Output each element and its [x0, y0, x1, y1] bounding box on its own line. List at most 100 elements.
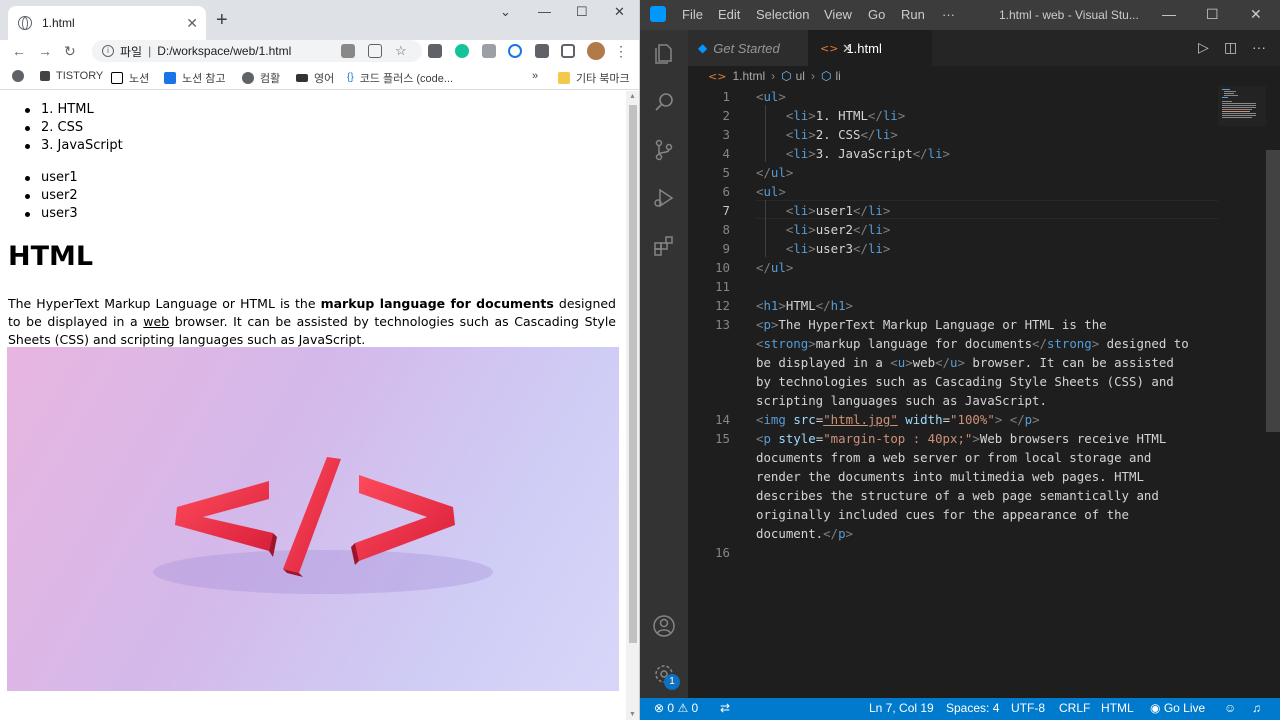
- forward-button[interactable]: →: [38, 40, 52, 62]
- symbol-icon: ⬡: [781, 69, 792, 83]
- code-line: <img src="html.jpg" width="100%"> </p>: [756, 412, 1040, 427]
- bookmark-item[interactable]: 컴활: [242, 70, 280, 86]
- folder-icon: [558, 72, 570, 84]
- tab-get-started[interactable]: ◆ Get Started: [688, 30, 808, 66]
- browser-tab-bar: 1.html ✕ + ⌄ — ☐ ✕: [0, 0, 639, 40]
- breadcrumb-file[interactable]: 1.html: [732, 69, 765, 83]
- more-actions-icon[interactable]: ···: [1252, 39, 1266, 55]
- close-tab-icon[interactable]: ✕: [186, 15, 198, 32]
- scroll-up-arrow-icon[interactable]: ▲: [629, 93, 636, 100]
- maximize-button[interactable]: ☐: [1206, 6, 1219, 23]
- notifications-bell-icon[interactable]: ♫: [1252, 701, 1261, 715]
- grammarly-icon[interactable]: [455, 44, 469, 58]
- close-window-button[interactable]: ✕: [614, 4, 625, 20]
- scrollbar-thumb[interactable]: [1266, 150, 1280, 432]
- vscode-icon: ◆: [698, 41, 708, 55]
- extension-ex-icon[interactable]: [482, 44, 496, 58]
- line-number: 1: [722, 89, 730, 104]
- browser-window: 1.html ✕ + ⌄ — ☐ ✕ ← → ↻ i 파일 | D:/works…: [0, 0, 640, 720]
- settings-badge: 1: [664, 674, 680, 690]
- line-number: 3: [722, 127, 730, 142]
- close-window-button[interactable]: ✕: [1250, 6, 1262, 23]
- language-mode[interactable]: HTML: [1101, 701, 1134, 715]
- breadcrumb-li[interactable]: li: [835, 69, 840, 83]
- explorer-icon[interactable]: [652, 42, 676, 66]
- page-scrollbar[interactable]: ▲ ▼: [626, 91, 639, 720]
- accounts-icon[interactable]: [652, 614, 676, 638]
- search-icon[interactable]: [652, 90, 676, 114]
- code-icon: {}: [347, 72, 354, 83]
- number-one-icon: [164, 72, 176, 84]
- close-tab-icon[interactable]: ✕: [842, 39, 853, 58]
- translate-icon[interactable]: [341, 44, 355, 58]
- minimap[interactable]: [1218, 86, 1266, 698]
- minimize-button[interactable]: —: [538, 4, 551, 19]
- go-live-button[interactable]: ◉ Go Live: [1150, 701, 1205, 715]
- new-tab-button[interactable]: +: [216, 9, 228, 31]
- html-chevron-icon: <>: [820, 41, 839, 55]
- menu-file[interactable]: File: [682, 7, 703, 22]
- bookmark-item[interactable]: 노션 참고: [164, 70, 226, 86]
- encoding[interactable]: UTF-8: [1011, 701, 1045, 715]
- run-debug-icon[interactable]: [652, 186, 676, 210]
- code-symbol-icon: [153, 457, 493, 594]
- menu-go[interactable]: Go: [868, 7, 885, 22]
- breadcrumb-ul[interactable]: ul: [796, 69, 805, 83]
- bookmark-item[interactable]: 노션: [111, 70, 149, 86]
- tab-search-icon[interactable]: ⌄: [500, 4, 511, 20]
- extension-reader-icon[interactable]: [428, 44, 442, 58]
- globe-icon: [18, 16, 32, 30]
- menu-edit[interactable]: Edit: [718, 7, 740, 22]
- menu-more[interactable]: ···: [942, 7, 955, 22]
- scrollbar-thumb[interactable]: [629, 105, 637, 643]
- vscode-window: File Edit Selection View Go Run ··· 1.ht…: [640, 0, 1280, 720]
- activity-bar: 1: [640, 30, 688, 698]
- source-control-icon[interactable]: [652, 138, 676, 162]
- minimize-button[interactable]: —: [1162, 6, 1176, 22]
- line-number: 10: [715, 260, 730, 275]
- menu-dots-icon[interactable]: ⋮: [614, 44, 628, 58]
- info-icon[interactable]: i: [102, 45, 114, 57]
- menu-run[interactable]: Run: [901, 7, 925, 22]
- maximize-button[interactable]: ☐: [576, 4, 588, 20]
- code-line: <p style="margin-top : 40px;">Web browse…: [756, 431, 1167, 446]
- menu-selection[interactable]: Selection: [756, 7, 809, 22]
- bookmark-item[interactable]: 영어: [296, 70, 334, 86]
- bookmark-item[interactable]: TISTORY: [40, 70, 103, 82]
- menu-view[interactable]: View: [824, 7, 852, 22]
- reload-button[interactable]: ↻: [64, 40, 76, 62]
- problems-indicator[interactable]: ⊗ 0 ⚠ 0: [654, 701, 698, 715]
- back-button[interactable]: ←: [12, 40, 26, 62]
- code-line: <p>The HyperText Markup Language or HTML…: [756, 317, 1107, 332]
- line-number: 15: [715, 431, 730, 446]
- link-icon[interactable]: [508, 44, 522, 58]
- page-heading: HTML: [8, 241, 94, 272]
- avatar[interactable]: [587, 42, 605, 60]
- browser-tab[interactable]: 1.html ✕: [8, 6, 206, 40]
- globe-icon: [242, 72, 254, 84]
- bookmark-item[interactable]: {} 코드 플러스 (code...: [347, 70, 453, 86]
- split-editor-icon[interactable]: ◫: [1224, 39, 1237, 56]
- cursor-position[interactable]: Ln 7, Col 19: [869, 701, 934, 715]
- share-icon[interactable]: [368, 44, 382, 58]
- extensions-icon[interactable]: [652, 234, 676, 258]
- line-ending[interactable]: CRLF: [1059, 701, 1090, 715]
- bookmarks-overflow-button[interactable]: »: [532, 70, 538, 82]
- scroll-down-arrow-icon[interactable]: ▼: [629, 711, 636, 718]
- feedback-icon[interactable]: ☺: [1224, 701, 1236, 715]
- tab-1-html[interactable]: <> 1.html ✕: [808, 30, 932, 66]
- line-number: 13: [715, 317, 730, 332]
- notion-icon: [111, 72, 123, 84]
- code-line: <li>3. JavaScript</li>: [785, 146, 950, 161]
- indentation[interactable]: Spaces: 4: [946, 701, 999, 715]
- list-item: user1: [25, 170, 78, 185]
- bookmark-star-icon[interactable]: ☆: [395, 44, 409, 58]
- run-icon[interactable]: ▷: [1198, 39, 1209, 56]
- bookmark-item[interactable]: [12, 70, 30, 82]
- code-editor[interactable]: 1 2 3 4 5 6 7 8 9 10 11 12 13 14 15 16 <…: [688, 86, 1218, 698]
- live-share-icon[interactable]: ⇄: [720, 701, 730, 715]
- extensions-puzzle-icon[interactable]: [535, 44, 549, 58]
- side-panel-icon[interactable]: [561, 44, 575, 58]
- other-bookmarks-folder[interactable]: 기타 북마크: [558, 70, 630, 86]
- editor-scrollbar[interactable]: [1266, 86, 1280, 698]
